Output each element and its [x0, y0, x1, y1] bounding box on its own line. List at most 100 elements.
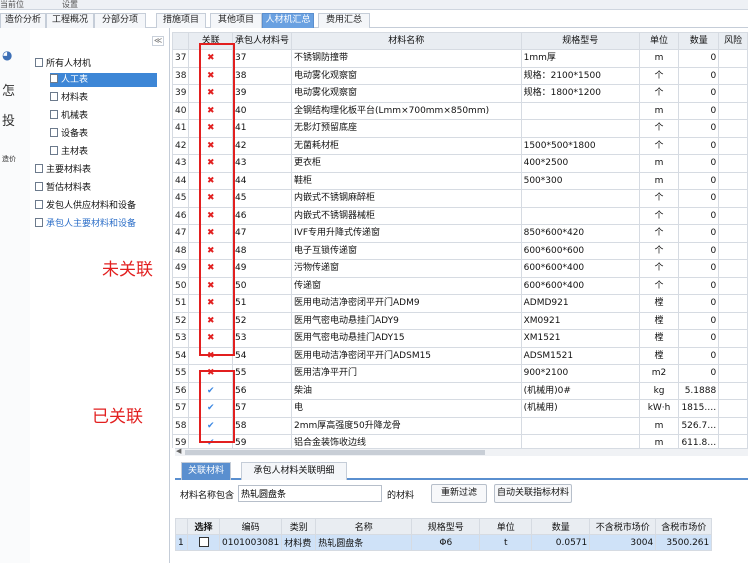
material-unit: m [638, 154, 680, 173]
tab-4[interactable]: 其他项目 [210, 13, 262, 28]
row-seq: 58 [172, 416, 190, 435]
grid-header-6[interactable]: 数量 [678, 32, 720, 50]
tab-6[interactable]: 费用汇总 [318, 13, 370, 28]
linked-grid-header-5[interactable]: 规格型号 [411, 518, 481, 535]
table-row[interactable]: 55 ✖ 55 医用洁净平开门 900*2100 m2 0 [172, 364, 748, 383]
table-row[interactable]: 37 ✖ 37 不锈钢防撞带 1mm厚 m 0 [172, 49, 748, 68]
material-unit: m [638, 49, 680, 68]
tree-item-4[interactable]: 设备表 [50, 127, 88, 141]
table-row[interactable]: 40 ✖ 40 全钢结构理化板平台(Lmm×700mm×850mm) m 0 [172, 101, 748, 120]
material-name: 不锈钢防撞带 [291, 49, 522, 68]
table-row[interactable]: 46 ✖ 46 内嵌式不锈钢器械柜个 0 [172, 206, 748, 225]
material-unit: 个 [638, 84, 680, 103]
table-row[interactable]: 53 ✖ 53 医用气密电动悬挂门ADY15 XM1521 樘 0 [172, 329, 748, 348]
table-row[interactable]: 49 ✖ 49 污物传递窗 600*600*400 个 0 [172, 259, 748, 278]
tab-5[interactable]: 人材机汇总 [262, 13, 314, 28]
scrollbar-thumb[interactable] [185, 450, 485, 455]
folder-icon [35, 218, 43, 227]
category: 材料费 [281, 534, 317, 551]
table-row[interactable]: 43 ✖ 43 更衣柜 400*2500 m 0 [172, 154, 748, 173]
folder-icon [35, 58, 43, 67]
linked-grid-header-9[interactable]: 含税市场价 [655, 518, 713, 535]
top-menu-bar: 当前位 设置 [0, 0, 748, 10]
table-row[interactable]: 39 ✖ 39 电动雾化观察窗 规格：1800*1200 个 0 [172, 84, 748, 103]
grid-header-3[interactable]: 材料名称 [291, 32, 522, 50]
tree-item-6[interactable]: 主要材料表 [35, 163, 91, 177]
row-seq: 54 [172, 346, 190, 365]
table-row[interactable]: 44 ✖ 44 鞋柜 500*300 m 0 [172, 171, 748, 190]
material-spec: (机械用) [520, 399, 640, 418]
tab-linked-materials[interactable]: 关联材料 [181, 462, 231, 480]
tab-2[interactable]: 分部分项 [94, 13, 146, 28]
material-qty: 611.8… [678, 434, 720, 448]
help-icon[interactable]: ◕ [2, 48, 12, 62]
select-checkbox[interactable] [198, 537, 209, 547]
tree-item-5[interactable]: 主材表 [50, 145, 88, 159]
linked-table-row[interactable]: 1 0101003081 材料费 热轧圆盘条 Φ6 t 0.0571 3004 3500.261 [175, 534, 713, 551]
material-name-filter-input[interactable] [238, 485, 382, 502]
linked-grid-header-4[interactable]: 名称 [315, 518, 413, 535]
folder-icon [35, 182, 43, 191]
material-unit: 个 [638, 119, 680, 138]
tree-item-9[interactable]: 承包人主要材料和设备 [35, 217, 136, 231]
row-seq: 45 [172, 189, 190, 208]
horizontal-scrollbar[interactable]: ◀ [175, 447, 748, 456]
table-row[interactable]: 45 ✖ 45 内嵌式不锈钢麻醉柜个 0 [172, 189, 748, 208]
grid-header-5[interactable]: 单位 [638, 32, 680, 50]
table-row[interactable]: 54 ✖ 54 医用电动洁净密闭平开门ADSM15 ADSM1521 樘 0 [172, 346, 748, 365]
grid-header-7[interactable]: 风险 [718, 32, 748, 50]
table-row[interactable]: 41 ✖ 41 无影灯预留底座个 0 [172, 119, 748, 138]
material-name: 内嵌式不锈钢器械柜 [291, 206, 522, 225]
table-row[interactable]: 42 ✖ 42 无菌耗材柜 1500*500*1800 个 0 [172, 136, 748, 155]
tree-item-2[interactable]: 材料表 [50, 91, 88, 105]
table-row[interactable]: 38 ✖ 38 电动雾化观察窗 规格：2100*1500 个 0 [172, 66, 748, 85]
left-strip-text-1: 怎 [2, 84, 16, 99]
tab-0[interactable]: 造价分析 [0, 13, 46, 28]
bottom-tab-bar: 关联材料 承包人材料关联明细 [175, 458, 748, 480]
material-unit: 樘 [638, 311, 680, 330]
table-row[interactable]: 47 ✖ 47 IVF专用升降式传递窗 850*600*420 个 0 [172, 224, 748, 243]
linked-grid-header-0[interactable] [175, 518, 188, 535]
table-row[interactable]: 51 ✖ 51 医用电动洁净密闭平开门ADM9 ADMD921 樘 0 [172, 294, 748, 313]
linked-grid-header-6[interactable]: 单位 [479, 518, 533, 535]
material-no: 51 [231, 294, 293, 313]
table-row[interactable]: 58 ✔ 58 2mm厚高强度50升降龙骨 m 526.7… [172, 416, 748, 435]
select-cell[interactable] [187, 534, 220, 551]
material-unit: 个 [638, 241, 680, 260]
tree-item-7[interactable]: 暂估材料表 [35, 181, 91, 195]
linked-grid-header-2[interactable]: 编码 [218, 518, 283, 535]
linked-material-grid: 选择 编码 类别 名称 规格型号 单位 数量 不含税市场价 含税市场价 1 0101003081 材… [175, 518, 748, 563]
table-row[interactable]: 59 ✔ 59 铝合金装饰收边线 m 611.8… [172, 434, 748, 448]
grid-header-4[interactable]: 规格型号 [520, 32, 640, 50]
auto-link-button[interactable]: 自动关联指标材料 [494, 484, 572, 503]
table-row[interactable]: 48 ✖ 48 电子互锁传递窗 600*600*600 个 0 [172, 241, 748, 260]
tab-contractor-link-detail[interactable]: 承包人材料关联明细 [241, 462, 347, 480]
material-name: 2mm厚高强度50升降龙骨 [291, 416, 522, 435]
grid-header-2[interactable]: 承包人材料号 [231, 32, 293, 50]
linked-grid-header-7[interactable]: 数量 [531, 518, 591, 535]
table-row[interactable]: 50 ✖ 50 传递窗 600*600*400 个 0 [172, 276, 748, 295]
tree-item-3[interactable]: 机械表 [50, 109, 88, 123]
material-risk [718, 364, 748, 383]
collapse-tree-button[interactable]: ≪ [152, 36, 164, 46]
material-qty: 0 [678, 329, 720, 348]
refilter-button[interactable]: 重新过滤 [431, 484, 487, 503]
scroll-left-icon[interactable]: ◀ [176, 447, 181, 455]
settings-menu[interactable]: 设置 [62, 0, 78, 10]
tree-item-0[interactable]: 所有人材机 [35, 57, 91, 71]
tree-item-8[interactable]: 发包人供应材料和设备 [35, 199, 136, 213]
linked-grid-header-3[interactable]: 类别 [281, 518, 317, 535]
tab-3[interactable]: 措施项目 [156, 13, 206, 28]
grid-header-0[interactable] [172, 32, 190, 50]
material-spec: 1mm厚 [520, 49, 640, 68]
material-spec: 1500*500*1800 [520, 136, 640, 155]
row-seq: 52 [172, 311, 190, 330]
linked-grid-header-1[interactable]: 选择 [187, 518, 220, 535]
tree-item-1[interactable]: 人工表 [50, 73, 157, 87]
linked-grid-header-8[interactable]: 不含税市场价 [589, 518, 657, 535]
table-row[interactable]: 56 ✔ 56 柴油 (机械用)0# kg 5.1888 [172, 381, 748, 400]
table-row[interactable]: 57 ✔ 57 电 (机械用) kW·h 1815.… [172, 399, 748, 418]
tab-1[interactable]: 工程概况 [46, 13, 94, 28]
table-row[interactable]: 52 ✖ 52 医用气密电动悬挂门ADY9 XM0921 樘 0 [172, 311, 748, 330]
material-qty: 0 [678, 259, 720, 278]
